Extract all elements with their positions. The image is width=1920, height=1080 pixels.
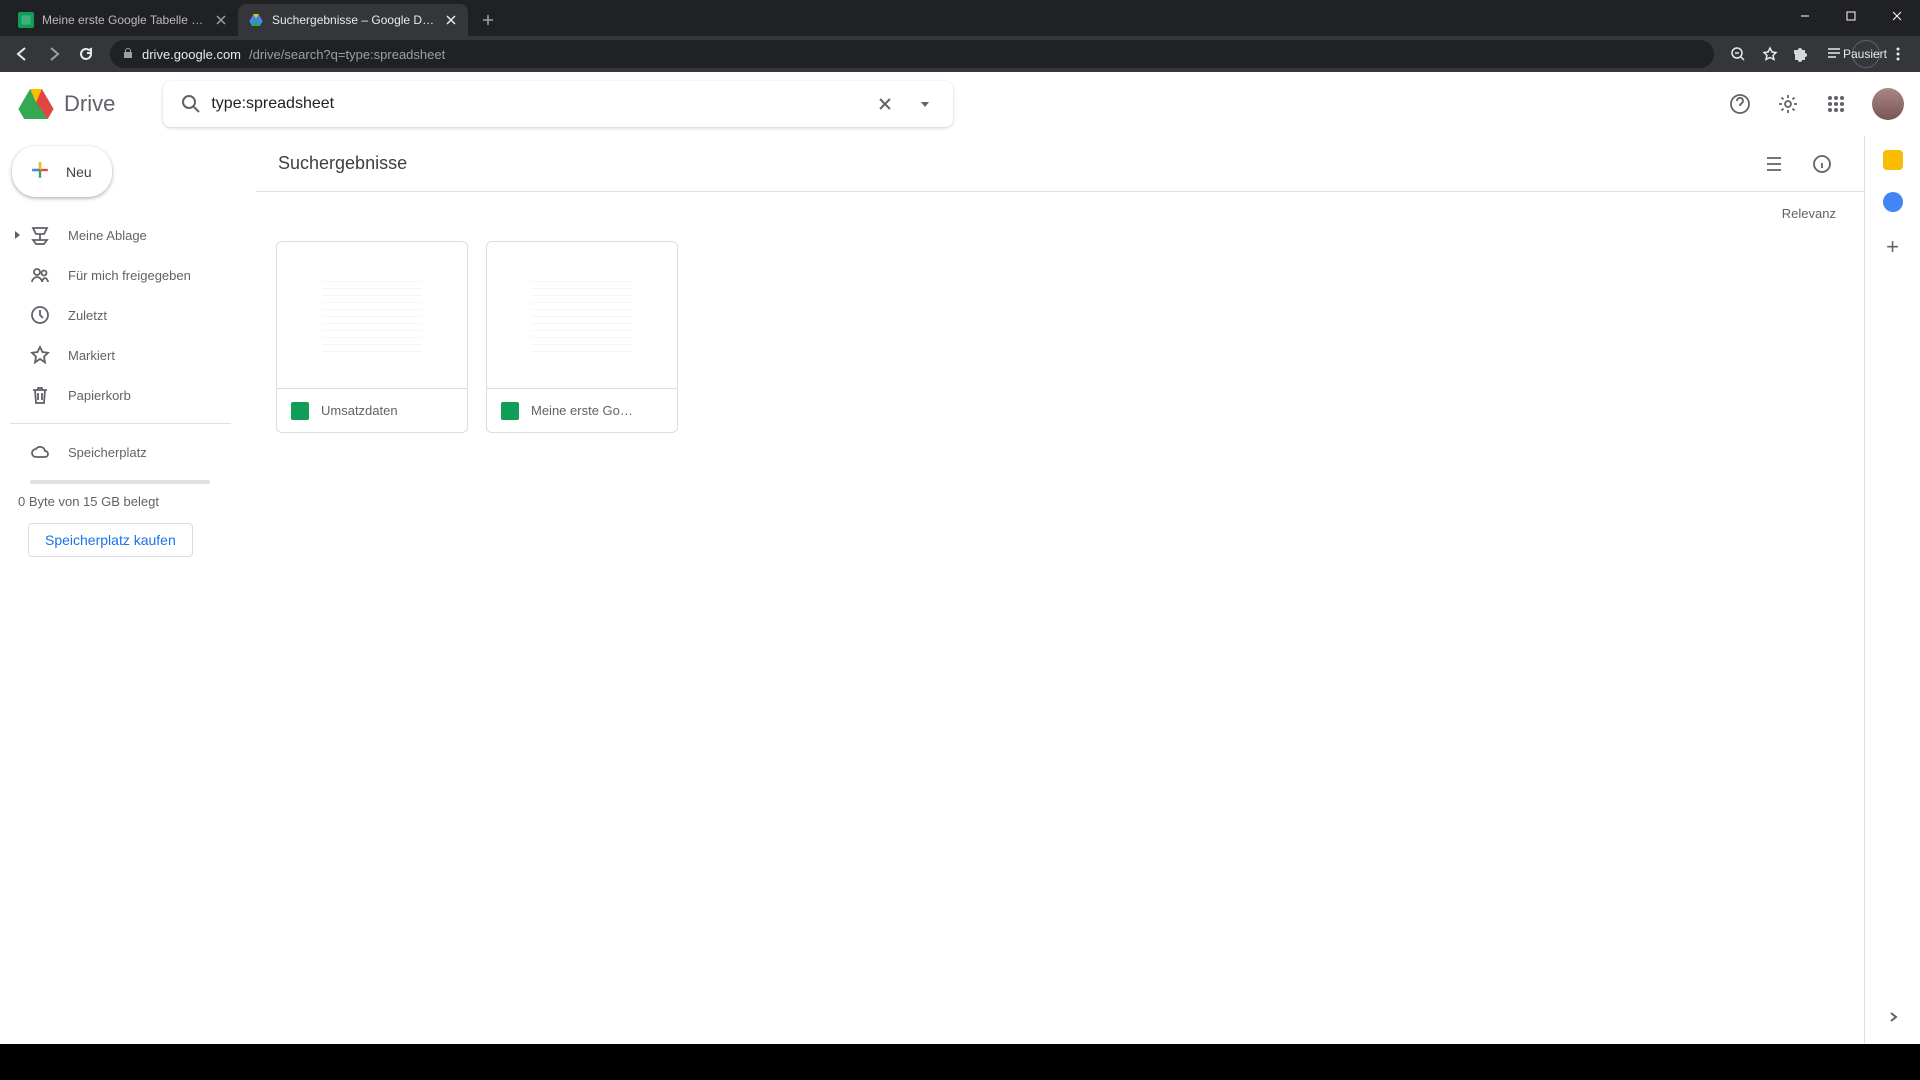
sheets-icon <box>291 402 309 420</box>
search-icon[interactable] <box>171 94 211 114</box>
account-status: Pausiert <box>1843 47 1887 61</box>
reload-button[interactable] <box>72 40 100 68</box>
window-controls <box>1782 0 1920 32</box>
page-title: Suchergebnisse <box>278 153 407 174</box>
sidebar-item-starred[interactable]: Markiert <box>10 335 256 375</box>
shared-icon <box>30 265 50 285</box>
account-chip[interactable]: Pausiert <box>1852 40 1880 68</box>
apps-icon[interactable] <box>1816 84 1856 124</box>
account-avatar[interactable] <box>1872 88 1904 120</box>
recent-icon <box>30 305 50 325</box>
main-header: Suchergebnisse <box>256 136 1864 192</box>
storage-bar <box>30 480 210 484</box>
sidebar-item-storage[interactable]: Speicherplatz <box>10 432 256 472</box>
address-bar: drive.google.com/drive/search?q=type:spr… <box>0 36 1920 72</box>
sort-label[interactable]: Relevanz <box>1782 206 1836 221</box>
forward-button[interactable] <box>40 40 68 68</box>
extensions-icon[interactable] <box>1788 40 1816 68</box>
plus-icon <box>26 156 54 187</box>
nav-label: Markiert <box>68 348 115 363</box>
collapse-rail-icon[interactable] <box>1885 1009 1901 1030</box>
buy-storage-button[interactable]: Speicherplatz kaufen <box>28 523 193 557</box>
file-preview <box>277 242 467 388</box>
sheets-icon <box>501 402 519 420</box>
new-button-label: Neu <box>66 164 92 180</box>
browser-chrome: Meine erste Google Tabelle - Go Sucherge… <box>0 0 1920 72</box>
lock-icon <box>122 47 134 62</box>
nav-label: Speicherplatz <box>68 445 147 460</box>
main-content: Suchergebnisse Relevanz Umsatzdaten <box>256 136 1864 1044</box>
tasks-icon[interactable] <box>1883 192 1903 212</box>
sidebar-item-recent[interactable]: Zuletzt <box>10 295 256 335</box>
url-field[interactable]: drive.google.com/drive/search?q=type:spr… <box>110 40 1714 68</box>
url-path: /drive/search?q=type:spreadsheet <box>249 47 445 62</box>
help-icon[interactable] <box>1720 84 1760 124</box>
browser-tab-1[interactable]: Suchergebnisse – Google Drive <box>238 4 468 36</box>
add-addon-icon[interactable]: + <box>1886 234 1899 260</box>
list-view-icon[interactable] <box>1754 144 1794 184</box>
nav-label: Zuletzt <box>68 308 107 323</box>
settings-icon[interactable] <box>1768 84 1808 124</box>
clear-search-icon[interactable] <box>865 95 905 113</box>
divider <box>10 423 231 424</box>
new-button[interactable]: Neu <box>12 146 112 197</box>
back-button[interactable] <box>8 40 36 68</box>
tab-bar: Meine erste Google Tabelle - Go Sucherge… <box>0 0 1920 36</box>
search-box <box>163 81 953 127</box>
close-icon[interactable] <box>444 13 458 27</box>
nav-label: Meine Ablage <box>68 228 147 243</box>
right-rail: + <box>1864 136 1920 1044</box>
new-tab-button[interactable] <box>474 6 502 34</box>
file-card[interactable]: Meine erste Go… <box>486 241 678 433</box>
storage-usage: 0 Byte von 15 GB belegt <box>10 494 256 509</box>
sheets-favicon <box>18 12 34 28</box>
drive-logo-icon <box>16 84 56 124</box>
bookmark-icon[interactable] <box>1756 40 1784 68</box>
sidebar: Neu Meine Ablage Für mich freigegeben Zu… <box>0 136 256 1044</box>
nav-label: Papierkorb <box>68 388 131 403</box>
sidebar-item-my-drive[interactable]: Meine Ablage <box>10 215 256 255</box>
tab-title: Meine erste Google Tabelle - Go <box>42 13 206 27</box>
header-actions <box>1720 84 1904 124</box>
file-preview <box>487 242 677 388</box>
zoom-icon[interactable] <box>1724 40 1752 68</box>
files-grid: Umsatzdaten Meine erste Go… <box>256 221 1864 453</box>
minimize-button[interactable] <box>1782 0 1828 32</box>
cloud-icon <box>30 442 50 462</box>
search-options-icon[interactable] <box>905 98 945 110</box>
file-card[interactable]: Umsatzdaten <box>276 241 468 433</box>
browser-tab-0[interactable]: Meine erste Google Tabelle - Go <box>8 4 238 36</box>
star-icon <box>30 345 50 365</box>
url-host: drive.google.com <box>142 47 241 62</box>
search-input[interactable] <box>211 95 865 113</box>
my-drive-icon <box>30 225 50 245</box>
menu-icon[interactable] <box>1884 40 1912 68</box>
nav-label: Für mich freigegeben <box>68 268 191 283</box>
file-name: Meine erste Go… <box>531 403 633 418</box>
drive-app: Drive Ne <box>0 72 1920 1044</box>
expand-icon[interactable] <box>12 228 22 243</box>
file-name: Umsatzdaten <box>321 403 398 418</box>
app-header: Drive <box>0 72 1920 136</box>
drive-logo[interactable]: Drive <box>16 84 115 124</box>
trash-icon <box>30 385 50 405</box>
app-body: Neu Meine Ablage Für mich freigegeben Zu… <box>0 136 1920 1044</box>
drive-favicon <box>248 12 264 28</box>
address-bar-actions: Pausiert <box>1724 40 1912 68</box>
close-window-button[interactable] <box>1874 0 1920 32</box>
maximize-button[interactable] <box>1828 0 1874 32</box>
tab-title: Suchergebnisse – Google Drive <box>272 13 436 27</box>
sidebar-item-shared[interactable]: Für mich freigegeben <box>10 255 256 295</box>
app-name: Drive <box>64 91 115 117</box>
close-icon[interactable] <box>214 13 228 27</box>
taskbar <box>0 1044 1920 1080</box>
sort-row: Relevanz <box>256 192 1864 221</box>
keep-icon[interactable] <box>1883 150 1903 170</box>
sidebar-item-trash[interactable]: Papierkorb <box>10 375 256 415</box>
info-icon[interactable] <box>1802 144 1842 184</box>
